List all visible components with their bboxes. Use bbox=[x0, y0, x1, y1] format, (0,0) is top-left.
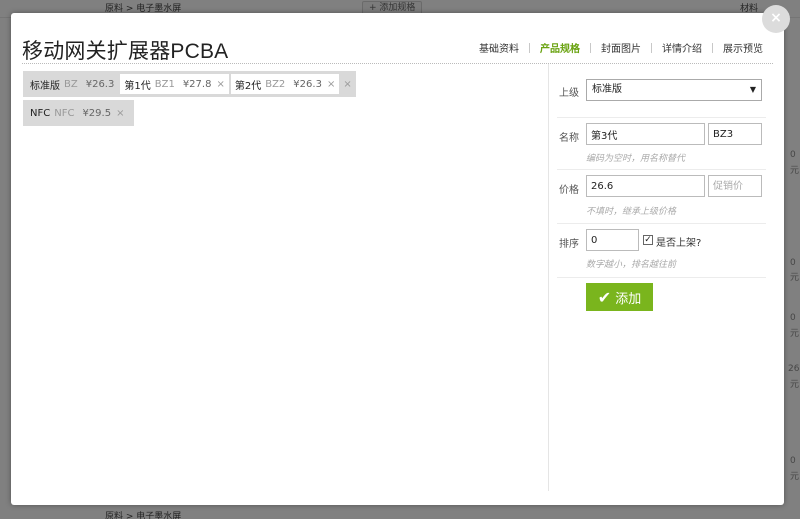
spec-name: 第1代 bbox=[124, 80, 151, 92]
tab-preview[interactable]: 展示预览 bbox=[713, 40, 773, 55]
spec-code: BZ bbox=[64, 78, 78, 90]
spec-name: 标准版 bbox=[30, 80, 60, 92]
code-input[interactable] bbox=[708, 123, 762, 145]
spec-code: BZ1 bbox=[154, 78, 175, 90]
name-hint: 编码为空时，用名称替代 bbox=[586, 154, 686, 164]
sort-hint: 数字越小，排名越往前 bbox=[586, 260, 677, 270]
price-input[interactable] bbox=[586, 175, 705, 197]
form-row-name: 名称 编码为空时，用名称替代 bbox=[549, 118, 770, 170]
sort-input[interactable] bbox=[586, 229, 639, 251]
close-icon[interactable]: × bbox=[762, 5, 790, 33]
form-row-price: 价格 不填时，继承上级价格 bbox=[549, 170, 770, 224]
spec-name: 第2代 bbox=[234, 80, 262, 92]
tab-cover-image[interactable]: 封面图片 bbox=[591, 40, 651, 55]
tab-bar: 基础资料 产品规格 封面图片 详情介绍 展示预览 bbox=[469, 40, 773, 55]
spec-chip[interactable]: 第2代 BZ2 ¥26.3 × bbox=[230, 74, 340, 94]
name-label: 名称 bbox=[559, 133, 579, 144]
spec-group: NFC NFC ¥29.5 × bbox=[23, 100, 135, 126]
spec-list: 标准版 BZ ¥26.3 第1代 BZ1 ¥27.8 × 第2代 BZ2 ¥26… bbox=[23, 71, 543, 126]
listed-checkbox[interactable]: ✓ bbox=[643, 235, 653, 245]
spec-price: ¥29.5 bbox=[82, 107, 112, 119]
check-icon: ✔ bbox=[597, 287, 612, 307]
spec-chip[interactable]: NFC NFC ¥29.5 × bbox=[26, 103, 128, 123]
form-row-sort: 排序 ✓ 是否上架? 数字越小，排名越往前 bbox=[549, 224, 770, 278]
spec-chip[interactable]: 第1代 BZ1 ¥27.8 × bbox=[120, 74, 229, 94]
spec-price: ¥27.8 bbox=[182, 78, 212, 90]
sort-label: 排序 bbox=[559, 239, 579, 250]
spec-code: NFC bbox=[54, 107, 75, 119]
remove-spec-icon[interactable]: × bbox=[116, 108, 124, 119]
remove-spec-icon[interactable]: × bbox=[327, 79, 335, 90]
tab-basic-info[interactable]: 基础资料 bbox=[469, 40, 529, 55]
spec-chip[interactable]: 标准版 BZ ¥26.3 bbox=[26, 74, 118, 94]
name-input[interactable] bbox=[586, 123, 705, 145]
parent-select-value: 标准版 bbox=[592, 84, 622, 95]
parent-select[interactable]: 标准版 ▼ bbox=[586, 79, 762, 101]
remove-group-icon[interactable]: × bbox=[343, 79, 351, 90]
caret-down-icon: ▼ bbox=[749, 85, 756, 94]
parent-label: 上级 bbox=[559, 88, 579, 99]
spec-name: NFC bbox=[30, 107, 51, 119]
row-divider bbox=[557, 277, 766, 278]
modal-title: 移动网关扩展器PCBA bbox=[22, 40, 229, 63]
tab-detail[interactable]: 详情介绍 bbox=[652, 40, 712, 55]
add-button-label: 添加 bbox=[615, 291, 642, 307]
tab-product-spec[interactable]: 产品规格 bbox=[530, 40, 590, 55]
spec-form: 上级 标准版 ▼ 名称 编码为空时，用名称替代 价格 不填时，继承上级价格 排序 bbox=[548, 64, 770, 491]
listed-label: 是否上架? bbox=[656, 238, 702, 249]
price-label: 价格 bbox=[559, 185, 579, 196]
price-hint: 不填时，继承上级价格 bbox=[586, 207, 677, 217]
add-button[interactable]: ✔ 添加 bbox=[586, 283, 653, 311]
spec-price: ¥26.3 bbox=[85, 78, 115, 90]
remove-spec-icon[interactable]: × bbox=[216, 79, 224, 90]
spec-group: 标准版 BZ ¥26.3 第1代 BZ1 ¥27.8 × 第2代 BZ2 ¥26… bbox=[23, 71, 356, 97]
spec-code: BZ2 bbox=[265, 78, 286, 90]
spec-modal: × 移动网关扩展器PCBA 基础资料 产品规格 封面图片 详情介绍 展示预览 标… bbox=[11, 5, 790, 505]
spec-price: ¥26.3 bbox=[293, 78, 322, 90]
form-row-parent: 上级 标准版 ▼ bbox=[549, 76, 770, 118]
promo-price-input[interactable] bbox=[708, 175, 762, 197]
